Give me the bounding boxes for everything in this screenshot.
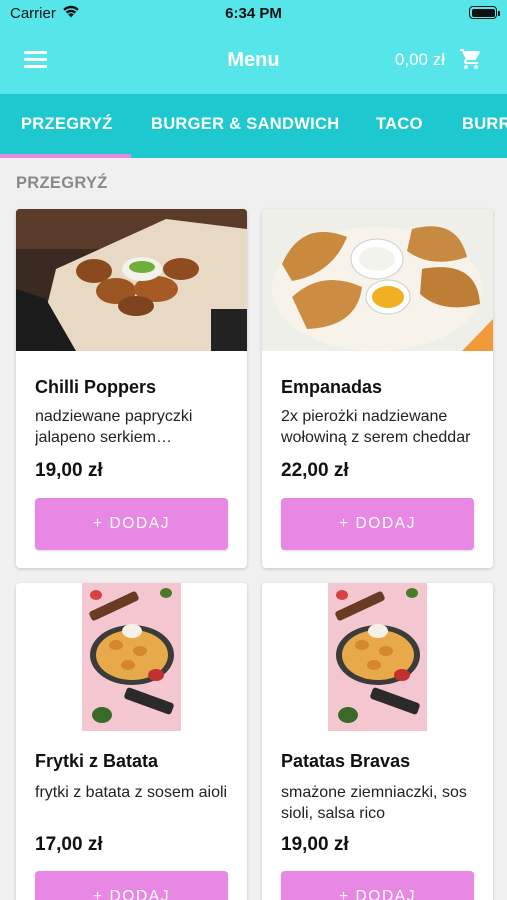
product-description: nadziewane papryczki jalapeno serkiem kr… bbox=[35, 408, 193, 446]
section-title: PRZEGRYŹ bbox=[16, 174, 108, 192]
app-header: Carrier 6:34 PM Menu 0,00 zł bbox=[0, 0, 507, 94]
product-price: 19,00 zł bbox=[281, 834, 349, 855]
product-name: Chilli Poppers bbox=[35, 377, 157, 397]
tab-przegryz[interactable]: PRZEGRYŹ bbox=[21, 115, 113, 134]
product-image bbox=[16, 583, 247, 731]
product-image bbox=[262, 209, 493, 351]
add-button[interactable]: + DODAJ bbox=[281, 871, 474, 900]
add-button[interactable]: + DODAJ bbox=[281, 498, 474, 550]
product-price: 19,00 zł bbox=[35, 460, 103, 481]
product-card[interactable]: Chilli Poppers nadziewane papryczki jala… bbox=[16, 209, 247, 568]
status-time: 6:34 PM bbox=[225, 5, 282, 22]
product-description: frytki z batata z sosem aioli bbox=[35, 784, 228, 801]
status-bar: Carrier 6:34 PM bbox=[0, 0, 507, 26]
tab-taco[interactable]: TACO bbox=[376, 115, 423, 134]
product-image bbox=[16, 209, 247, 351]
product-description: 2x pierożki nadziewane wołowiną z serem … bbox=[281, 408, 471, 446]
product-card[interactable]: Patatas Bravas smażone ziemniaczki, sos … bbox=[262, 583, 493, 900]
product-price: 17,00 zł bbox=[35, 834, 103, 855]
tab-burrito[interactable]: BURR bbox=[462, 115, 507, 134]
add-button[interactable]: + DODAJ bbox=[35, 498, 228, 550]
product-name: Patatas Bravas bbox=[281, 751, 411, 771]
product-description: smażone ziemniaczki, sos sioli, salsa ri… bbox=[281, 784, 467, 822]
product-image bbox=[262, 583, 493, 731]
product-card[interactable]: Frytki z Batata frytki z batata z sosem … bbox=[16, 583, 247, 900]
tab-burger-sandwich[interactable]: BURGER & SANDWICH bbox=[151, 115, 339, 134]
category-tabs: PRZEGRYŹ BURGER & SANDWICH TACO BURR bbox=[0, 94, 507, 158]
product-card[interactable]: Empanadas 2x pierożki nadziewane wołowin… bbox=[262, 209, 493, 568]
product-price: 22,00 zł bbox=[281, 460, 349, 481]
product-name: Frytki z Batata bbox=[35, 751, 159, 771]
add-button[interactable]: + DODAJ bbox=[35, 871, 228, 900]
cart-icon[interactable] bbox=[459, 47, 483, 71]
product-name: Empanadas bbox=[281, 377, 383, 397]
cart-total[interactable]: 0,00 zł bbox=[395, 50, 445, 70]
active-tab-indicator bbox=[0, 154, 131, 158]
battery-icon bbox=[469, 6, 500, 19]
